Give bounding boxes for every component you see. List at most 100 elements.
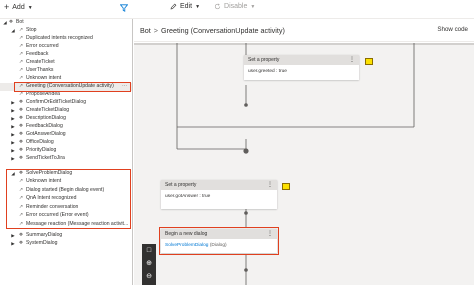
caret-right-icon[interactable]: ▶ bbox=[10, 99, 16, 107]
connector-dot bbox=[244, 103, 248, 107]
tree-item-bot[interactable]: ◢ ❖ Bot bbox=[0, 19, 132, 27]
breadcrumb-current[interactable]: Greeting (ConversationUpdate activity) bbox=[161, 26, 285, 35]
caret-right-icon[interactable]: ▶ bbox=[10, 240, 16, 248]
tree-item-dialog[interactable]: ▶ ❖ FeedbackDialog bbox=[0, 123, 132, 131]
node-body: user.greeted : true bbox=[248, 69, 287, 74]
tree-item-label: Stop bbox=[26, 27, 37, 33]
tree-item-label: CreateTicketDialog bbox=[26, 107, 70, 113]
disable-button-label: Disable bbox=[224, 3, 248, 10]
node-header: Set a property ⋮ bbox=[161, 180, 277, 190]
dialog-icon: ❖ bbox=[18, 107, 24, 113]
plus-icon: + bbox=[4, 2, 10, 12]
tree-item-label: ConfirmOrEditTicketDialog bbox=[26, 99, 87, 105]
tree-item-label: CreateTicket bbox=[26, 59, 55, 65]
breadcrumb-root[interactable]: Bot bbox=[140, 26, 151, 35]
node-title: Set a property bbox=[248, 57, 280, 63]
set-property-node[interactable]: Set a property ⋮ user.greeted : true bbox=[244, 55, 359, 80]
tree-item-dialog[interactable]: ▶ ❖ CreateTicketDialog bbox=[0, 107, 132, 115]
breadcrumb: Bot > Greeting (ConversationUpdate activit… bbox=[140, 26, 285, 35]
trigger-icon: ↗ bbox=[18, 67, 24, 73]
add-button[interactable]: + Add ▼ bbox=[4, 3, 33, 12]
tree-item-label: Error occurred bbox=[26, 43, 59, 49]
tree-item-dialog[interactable]: ▶ ❖ SystemDialog bbox=[0, 240, 132, 248]
tree-item-trigger[interactable]: ↗ Feedback bbox=[0, 51, 132, 59]
caret-right-icon[interactable]: ▶ bbox=[10, 107, 16, 115]
edit-button-label: Edit bbox=[180, 3, 193, 10]
comment-icon[interactable] bbox=[282, 183, 290, 190]
more-options-icon[interactable]: ⋮ bbox=[349, 55, 355, 65]
caret-right-icon[interactable]: ▶ bbox=[10, 232, 16, 240]
tree-item-label: OfficeDialog bbox=[26, 139, 54, 145]
top-toolbar: + Add ▼ Edit ▼ Disable ▼ bbox=[0, 0, 474, 19]
zoom-in-icon[interactable]: ⊕ bbox=[144, 259, 154, 269]
fit-to-screen-icon[interactable]: □ bbox=[144, 246, 154, 256]
tree-item-trigger[interactable]: ↗ UserThanks bbox=[0, 67, 132, 75]
dialog-icon: ❖ bbox=[18, 131, 24, 137]
dialog-icon: ❖ bbox=[18, 115, 24, 121]
disable-button[interactable]: Disable ▼ bbox=[214, 3, 255, 10]
comment-icon[interactable] bbox=[365, 58, 373, 65]
tree-item-trigger[interactable]: ↗ Duplicated intents recognized bbox=[0, 35, 132, 43]
dialog-icon: ❖ bbox=[18, 147, 24, 153]
tree-item-dialog[interactable]: ▶ ❖ GotAnswerDialog bbox=[0, 131, 132, 139]
tree-item-trigger[interactable]: ◢ ↗ Stop bbox=[0, 27, 132, 35]
tree-item-label: Duplicated intents recognized bbox=[26, 35, 93, 41]
tree-item-dialog[interactable]: ▶ ❖ PriorityDialog bbox=[0, 147, 132, 155]
caret-right-icon[interactable]: ▶ bbox=[10, 147, 16, 155]
filter-icon[interactable] bbox=[120, 4, 128, 12]
caret-right-icon[interactable]: ▶ bbox=[10, 139, 16, 147]
tree-item-trigger[interactable]: ↗ ProposeArIdea bbox=[0, 91, 132, 99]
dialog-tree: ◢ ❖ Bot ◢ ↗ Stop ↗ Duplicated intents recog… bbox=[0, 19, 133, 285]
caret-right-icon[interactable]: ▶ bbox=[10, 131, 16, 139]
node-header: Set a property ⋮ bbox=[244, 55, 359, 65]
tree-item-label: Bot bbox=[16, 19, 24, 25]
trigger-icon: ↗ bbox=[18, 27, 24, 33]
flow-canvas[interactable]: Set a property ⋮ user.greeted : true Set… bbox=[134, 43, 474, 285]
refresh-icon bbox=[214, 3, 221, 10]
breadcrumb-separator: > bbox=[153, 26, 158, 35]
tree-item-dialog[interactable]: ▶ ❖ ConfirmOrEditTicketDialog bbox=[0, 99, 132, 107]
tree-item-dialog[interactable]: ▶ ❖ OfficeDialog bbox=[0, 139, 132, 147]
edit-button[interactable]: Edit ▼ bbox=[170, 3, 200, 10]
canvas-header: Bot > Greeting (ConversationUpdate activit… bbox=[134, 19, 474, 42]
dialog-icon: ❖ bbox=[18, 155, 24, 161]
caret-right-icon[interactable]: ▶ bbox=[10, 123, 16, 131]
dialog-icon: ❖ bbox=[18, 232, 24, 238]
tree-item-label: DescriptionDialog bbox=[26, 115, 66, 121]
caret-right-icon[interactable]: ▶ bbox=[10, 155, 16, 163]
trigger-icon: ↗ bbox=[18, 59, 24, 65]
trigger-icon: ↗ bbox=[18, 51, 24, 57]
trigger-icon: ↗ bbox=[18, 43, 24, 49]
solve-problem-highlight bbox=[6, 169, 131, 229]
set-property-node[interactable]: Set a property ⋮ user.gotAnswer : true bbox=[161, 180, 277, 209]
tree-item-label: SummaryDialog bbox=[26, 232, 63, 238]
tree-item-label: Feedback bbox=[26, 51, 49, 57]
canvas-zoom-toolbar: □ ⊕ ⊖ ⊙ bbox=[142, 244, 156, 285]
chevron-down-icon: ▼ bbox=[27, 4, 33, 11]
dialog-icon: ❖ bbox=[18, 99, 24, 105]
greeting-highlight bbox=[14, 82, 131, 92]
tree-item-trigger[interactable]: ↗ Error occurred bbox=[0, 43, 132, 51]
chevron-down-icon: ▼ bbox=[195, 3, 201, 10]
tree-item-label: ProposeArIdea bbox=[26, 91, 60, 97]
tree-item-label: UserThanks bbox=[26, 67, 54, 73]
caret-right-icon[interactable]: ▶ bbox=[10, 115, 16, 123]
chevron-down-icon: ▼ bbox=[250, 3, 256, 10]
tree-item-label: GotAnswerDialog bbox=[26, 131, 66, 137]
tree-item-dialog[interactable]: ▶ ❖ DescriptionDialog bbox=[0, 115, 132, 123]
caret-down-icon[interactable]: ◢ bbox=[10, 27, 16, 35]
tree-item-dialog[interactable]: ▶ ❖ SummaryDialog bbox=[0, 232, 132, 240]
connector-dot bbox=[243, 148, 249, 154]
more-options-icon[interactable]: ⋮ bbox=[267, 180, 273, 190]
dialog-icon: ❖ bbox=[18, 123, 24, 129]
show-code-button[interactable]: Show code bbox=[437, 26, 468, 33]
zoom-out-icon[interactable]: ⊖ bbox=[144, 272, 154, 282]
dialog-icon: ❖ bbox=[18, 240, 24, 246]
pencil-icon bbox=[170, 3, 177, 10]
tree-item-dialog[interactable]: ▶ ❖ SendTicketToJira bbox=[0, 155, 132, 163]
trigger-icon: ↗ bbox=[18, 35, 24, 41]
add-button-label: Add bbox=[12, 4, 25, 11]
tree-item-label: FeedbackDialog bbox=[26, 123, 63, 129]
tree-item-label: SendTicketToJira bbox=[26, 155, 65, 161]
tree-item-trigger[interactable]: ↗ CreateTicket bbox=[0, 59, 132, 67]
